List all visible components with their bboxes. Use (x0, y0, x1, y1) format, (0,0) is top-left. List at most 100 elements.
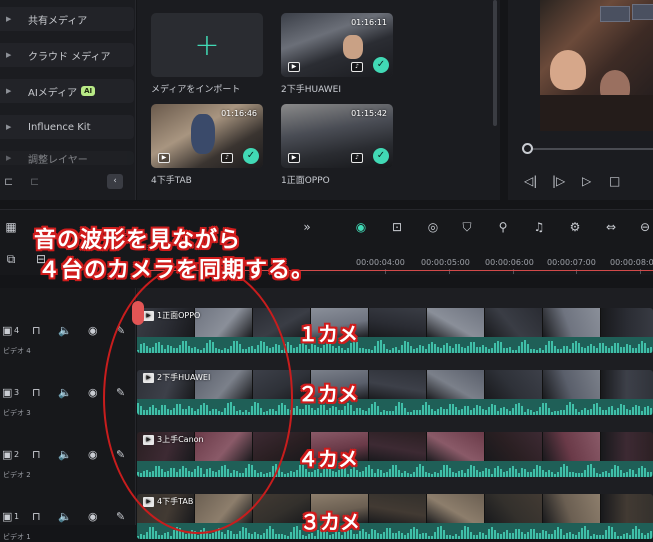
sidebar-item-adjustment-layer[interactable]: ▶ 調整レイヤー (0, 151, 134, 165)
clip-frame-thumbnail (427, 308, 485, 338)
ruler-tick-label: 00:00:07:00 (547, 258, 596, 267)
waveform-bar (599, 473, 601, 477)
waveform-bar (539, 406, 541, 415)
waveform-bar (455, 407, 457, 415)
remove-folder-icon[interactable]: ⊏ (30, 175, 44, 188)
waveform-bar (482, 532, 484, 539)
waveform-bar (569, 349, 571, 353)
waveform-bar (272, 528, 274, 539)
lock-icon[interactable]: ✎ (116, 510, 125, 523)
music-list-icon[interactable]: ♫ (530, 218, 548, 236)
mute-icon[interactable]: 🔈 (58, 324, 72, 337)
waveform-bar (572, 404, 574, 415)
eye-icon[interactable]: ◉ (88, 448, 98, 461)
clip-settings-icon[interactable]: ⚙ (566, 218, 584, 236)
waveform-bar (374, 529, 376, 539)
media-scrollbar[interactable] (493, 0, 497, 126)
folder-icon[interactable]: ⊓ (32, 510, 41, 523)
chevron-left-icon: ‹ (113, 176, 117, 186)
microphone-icon[interactable]: ⚲ (494, 218, 512, 236)
media-sidebar: ▶ 共有メディア ▶ クラウド メディア ▶ AIメディア AI ▶ Influ… (0, 0, 136, 200)
new-folder-icon[interactable]: ⊏ (4, 175, 18, 188)
waveform-bar (458, 410, 460, 415)
zoom-out-icon[interactable]: ⊖ (636, 218, 653, 236)
waveform-bar (566, 466, 568, 477)
media-thumb-huawei[interactable]: 01:16:11 ▶ ♪ ✓ (281, 13, 393, 77)
play-step-icon[interactable]: |▷ (552, 174, 565, 188)
waveform-bar (440, 407, 442, 415)
waveform-bar (494, 405, 496, 415)
preview-scrub-track[interactable] (526, 148, 653, 150)
grid-icon[interactable]: ▦ (2, 218, 20, 236)
waveform-bar (512, 408, 514, 415)
voice-icon[interactable]: ◎ (424, 218, 442, 236)
play-icon[interactable]: ▷ (582, 174, 591, 188)
annotation-cam-1: １カメ (298, 322, 358, 346)
waveform-bar (395, 406, 397, 415)
waveform-bar (365, 348, 367, 353)
waveform-bar (590, 535, 592, 539)
speaker-icon[interactable]: 🔈 (58, 510, 72, 523)
waveform-bar (398, 349, 400, 353)
waveform-bar (248, 532, 250, 539)
eye-icon[interactable]: ◉ (88, 324, 98, 337)
waveform-bar (611, 346, 613, 353)
stop-icon[interactable]: □ (609, 174, 620, 188)
waveform-bar (302, 535, 304, 539)
eye-icon[interactable]: ◉ (88, 386, 98, 399)
add-track-icon[interactable]: ⧉ (2, 250, 20, 268)
preview-video (540, 0, 653, 131)
media-thumb-tab[interactable]: 01:16:46 ▶ ♪ ✓ (151, 104, 263, 168)
waveform-bar (572, 472, 574, 477)
waveform-bar (647, 532, 649, 539)
shield-icon[interactable]: ⛉ (458, 218, 476, 236)
clip-frame-thumbnail (601, 370, 653, 400)
waveform-bar (584, 348, 586, 353)
waveform-bar (476, 534, 478, 539)
waveform-bar (530, 529, 532, 539)
sidebar-item-influence-kit[interactable]: ▶ Influence Kit (0, 115, 134, 139)
waveform-bar (506, 530, 508, 539)
waveform-bar (623, 405, 625, 415)
folder-icon[interactable]: ⊓ (32, 386, 41, 399)
prev-frame-icon[interactable]: ◁| (524, 174, 537, 188)
waveform-bar (527, 471, 529, 477)
waveform-bar (227, 530, 229, 539)
sidebar-item-shared-media[interactable]: ▶ 共有メディア (0, 7, 134, 31)
ai-sync-icon[interactable]: ◉ (352, 218, 370, 236)
folder-icon[interactable]: ⊓ (32, 324, 41, 337)
video-type-icon: ▶ (158, 153, 170, 163)
fit-width-icon[interactable]: ⇔ (602, 218, 620, 236)
sidebar-item-cloud-media[interactable]: ▶ クラウド メディア (0, 43, 134, 67)
import-media-button[interactable]: + (151, 13, 263, 77)
waveform-bar (464, 473, 466, 477)
waveform-bar (500, 469, 502, 477)
waveform-bar (647, 405, 649, 415)
waveform-bar (569, 532, 571, 539)
waveform-bar (410, 345, 412, 353)
folder-icon[interactable]: ⊓ (32, 448, 41, 461)
waveform-bar (467, 468, 469, 477)
collapse-sidebar-button[interactable]: ‹ (107, 174, 123, 189)
waveform-bar (155, 530, 157, 539)
waveform-bar (386, 472, 388, 477)
sidebar-item-ai-media[interactable]: ▶ AIメディア AI (0, 79, 134, 103)
preview-scrub-handle[interactable] (522, 143, 533, 154)
record-screen-icon[interactable]: ⊡ (388, 218, 406, 236)
waveform-bar (146, 531, 148, 539)
waveform-bar (188, 532, 190, 539)
eye-icon[interactable]: ◉ (88, 510, 98, 523)
waveform-bar (365, 532, 367, 539)
waveform-bar (392, 464, 394, 477)
more-tools-icon[interactable]: » (298, 218, 316, 236)
clip-frame-thumbnail (485, 308, 543, 338)
waveform-bar (308, 472, 310, 477)
waveform-bar (302, 409, 304, 415)
speaker-icon[interactable]: 🔈 (58, 448, 72, 461)
waveform-bar (158, 534, 160, 539)
waveform-bar (383, 344, 385, 353)
speaker-icon[interactable]: 🔈 (58, 386, 72, 399)
media-thumb-oppo[interactable]: 01:15:42 ▶ ♪ ✓ (281, 104, 393, 168)
waveform-bar (296, 526, 298, 539)
waveform-bar (461, 469, 463, 477)
